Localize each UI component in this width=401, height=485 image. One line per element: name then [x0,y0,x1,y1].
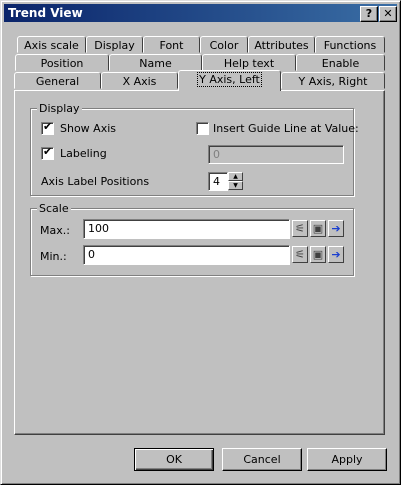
tab-font[interactable]: Font [143,36,200,53]
tab-help-text[interactable]: Help text [202,54,296,71]
arrow-right-icon[interactable]: ➔ [328,246,344,263]
tab-y-axis-right[interactable]: Y Axis, Right [281,72,385,89]
tab-color[interactable]: Color [200,36,248,53]
show-axis-label: Show Axis [60,122,116,135]
cancel-button[interactable]: Cancel [222,448,302,471]
tab-y-axis-left[interactable]: Y Axis, Left [178,70,281,91]
tag-icon[interactable]: ⚟ [292,246,308,263]
axis-label-positions-spinner[interactable]: ▲ ▼ [228,172,243,190]
min-input[interactable]: 0 [83,245,290,265]
min-label: Min.: [40,250,67,263]
display-group-label: Display [37,102,82,115]
ok-button[interactable]: OK [134,448,214,471]
tab-y-axis-left-label: Y Axis, Left [197,72,262,87]
guide-value-field[interactable]: 0 [208,145,344,164]
scale-group-label: Scale [37,202,71,215]
axis-label-positions-label: Axis Label Positions [41,175,150,188]
tab-display[interactable]: Display [86,36,143,53]
show-axis-checkbox[interactable] [41,120,54,135]
tab-attributes[interactable]: Attributes [248,36,315,53]
max-input[interactable]: 100 [83,219,290,239]
tab-x-axis[interactable]: X Axis [101,72,178,89]
title-bar[interactable]: Trend View ? ✕ [4,4,397,22]
variable-icon[interactable]: ▣ [310,220,326,237]
spin-up-icon[interactable]: ▲ [228,172,243,181]
axis-label-positions-input[interactable]: 4 [208,172,228,191]
insert-guide-label: Insert Guide Line at Value: [213,122,359,135]
max-label: Max.: [40,224,70,237]
variable-icon[interactable]: ▣ [310,246,326,263]
arrow-right-icon[interactable]: ➔ [328,220,344,237]
tab-functions[interactable]: Functions [315,36,385,53]
spin-down-icon[interactable]: ▼ [228,181,243,190]
labeling-checkbox[interactable] [41,145,54,160]
tab-position[interactable]: Position [15,54,109,71]
tab-axis-scale[interactable]: Axis scale [17,36,86,53]
help-button[interactable]: ? [360,6,378,22]
close-button[interactable]: ✕ [379,6,397,22]
tab-name[interactable]: Name [109,54,202,71]
tab-general[interactable]: General [14,72,101,89]
labeling-label: Labeling [60,147,107,160]
tag-icon[interactable]: ⚟ [292,220,308,237]
insert-guide-checkbox[interactable] [196,122,209,135]
window-title: Trend View [8,6,83,20]
apply-button[interactable]: Apply [307,448,387,471]
tab-enable[interactable]: Enable [296,54,385,71]
